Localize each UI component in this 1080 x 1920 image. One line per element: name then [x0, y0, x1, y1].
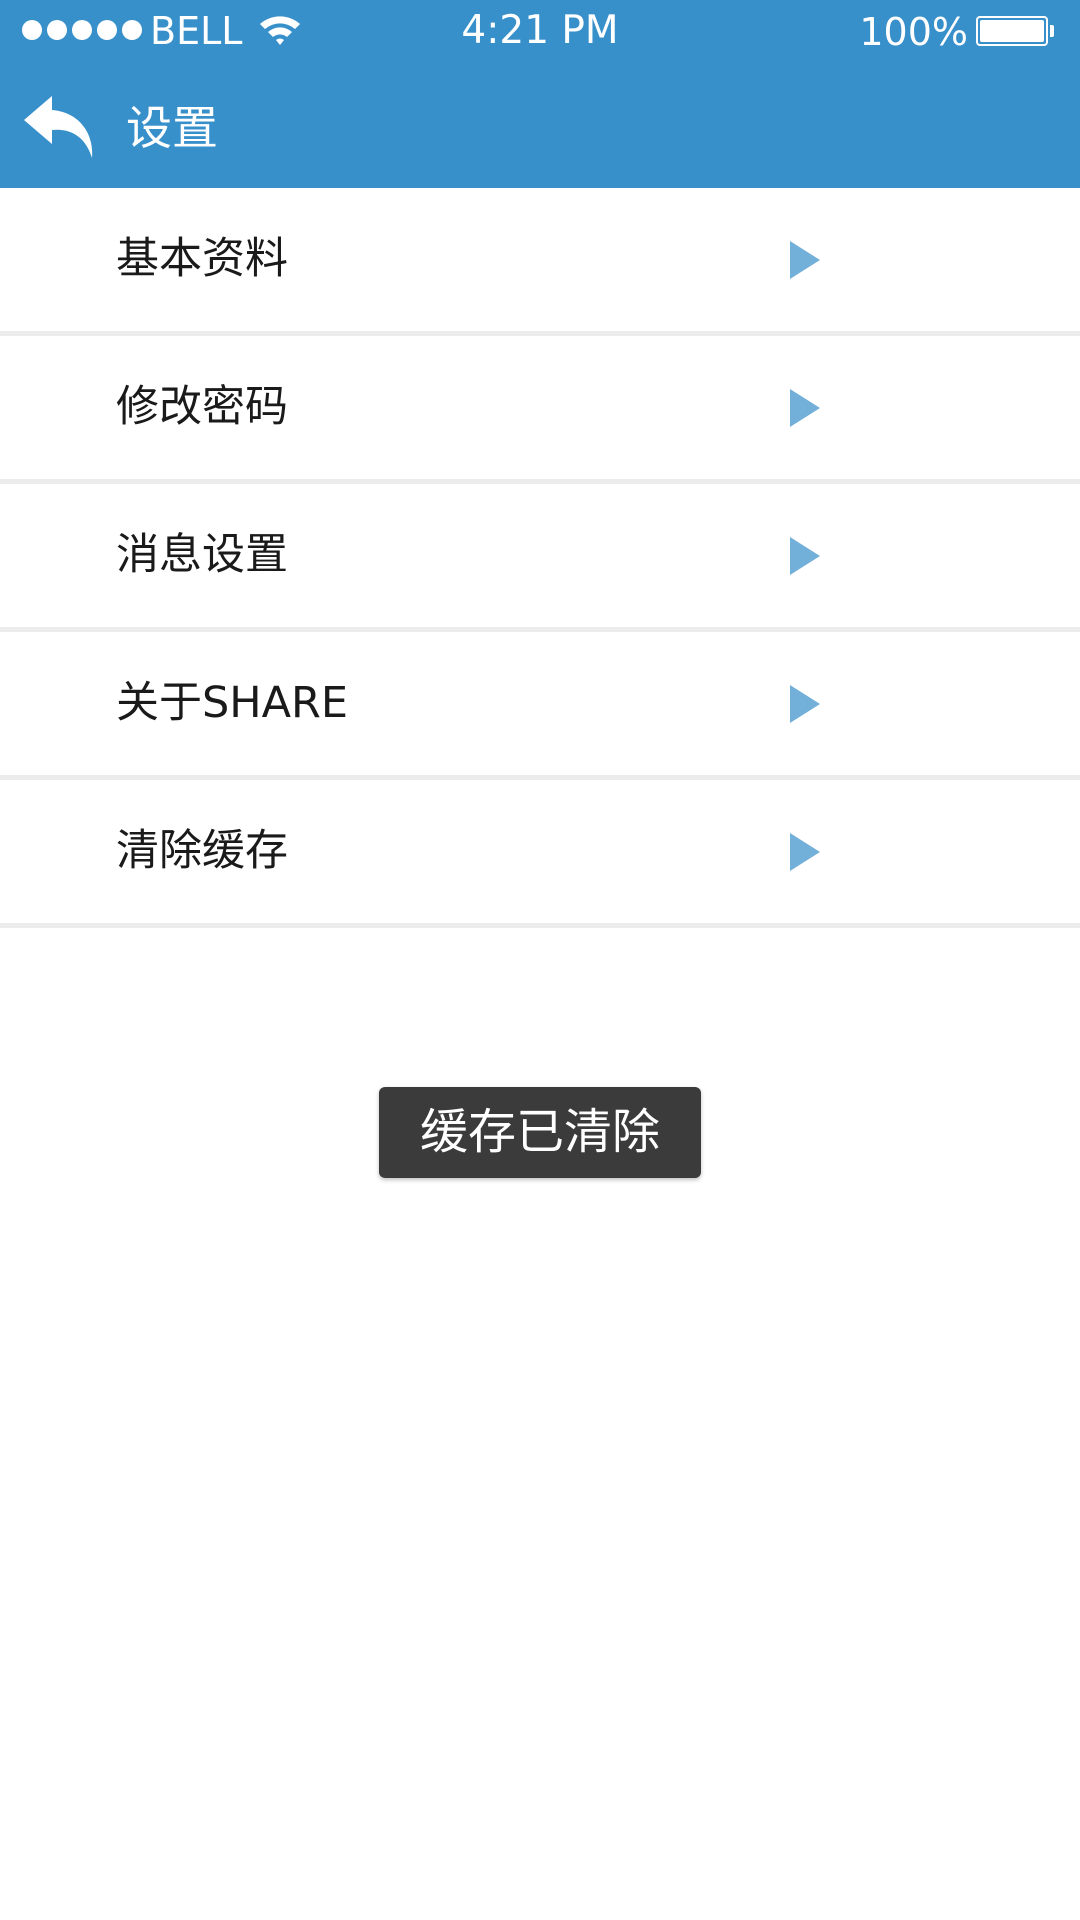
menu-item-label: 消息设置 — [116, 530, 288, 580]
battery-fill — [980, 20, 1044, 42]
toast-message: 缓存已清除 — [379, 1087, 701, 1178]
settings-menu: 基本资料 修改密码 消息设置 关于SHARE 清除缓存 — [0, 188, 1080, 928]
play-triangle-icon — [790, 685, 820, 723]
play-triangle-icon — [790, 389, 820, 427]
menu-item-about[interactable]: 关于SHARE — [0, 632, 1080, 780]
reply-arrow-icon — [24, 96, 93, 158]
status-bar: BELL 4:21 PM 100% — [0, 0, 1080, 62]
menu-item-label: 修改密码 — [116, 382, 288, 432]
menu-item-label: 关于SHARE — [116, 678, 349, 728]
menu-item-change-password[interactable]: 修改密码 — [0, 336, 1080, 484]
menu-item-profile[interactable]: 基本资料 — [0, 188, 1080, 336]
menu-item-label: 基本资料 — [116, 234, 288, 284]
settings-screen: BELL 4:21 PM 100% 设置 基本资料 修改密码 消息设置 关于SH… — [0, 0, 1080, 1920]
battery-tip — [1050, 25, 1054, 37]
play-triangle-icon — [790, 241, 820, 279]
page-title: 设置 — [126, 101, 218, 155]
play-triangle-icon — [790, 537, 820, 575]
battery-icon — [976, 16, 1048, 46]
battery-percentage: 100% — [859, 10, 968, 54]
back-button[interactable] — [20, 92, 100, 162]
menu-item-label: 清除缓存 — [116, 826, 288, 876]
top-bar: BELL 4:21 PM 100% 设置 — [0, 0, 1080, 188]
menu-item-clear-cache[interactable]: 清除缓存 — [0, 780, 1080, 928]
play-triangle-icon — [790, 833, 820, 871]
menu-item-message-settings[interactable]: 消息设置 — [0, 484, 1080, 632]
